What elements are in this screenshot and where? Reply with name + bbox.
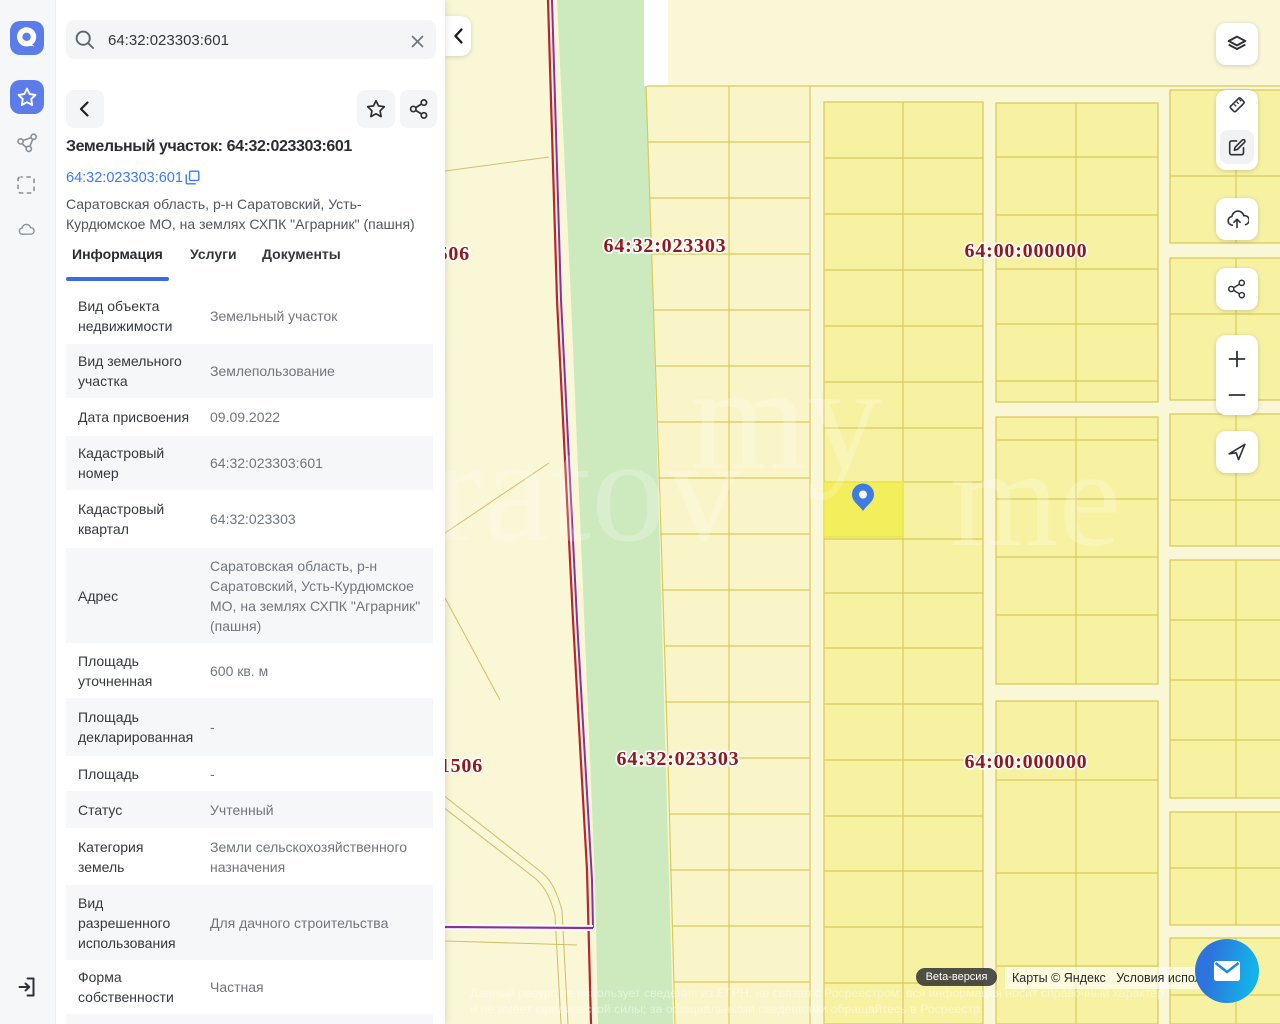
svg-text:me: me xyxy=(950,421,1121,576)
svg-text::1506: :1506 xyxy=(445,755,483,777)
svg-text:64:00:000000: 64:00:000000 xyxy=(965,751,1088,773)
svg-text:64:00:000000: 64:00:000000 xyxy=(965,240,1088,262)
svg-text:64:32:023303: 64:32:023303 xyxy=(604,235,727,257)
svg-text:64:32:023303: 64:32:023303 xyxy=(617,748,740,770)
svg-text::506: :506 xyxy=(445,243,470,265)
svg-text:my: my xyxy=(690,335,882,501)
